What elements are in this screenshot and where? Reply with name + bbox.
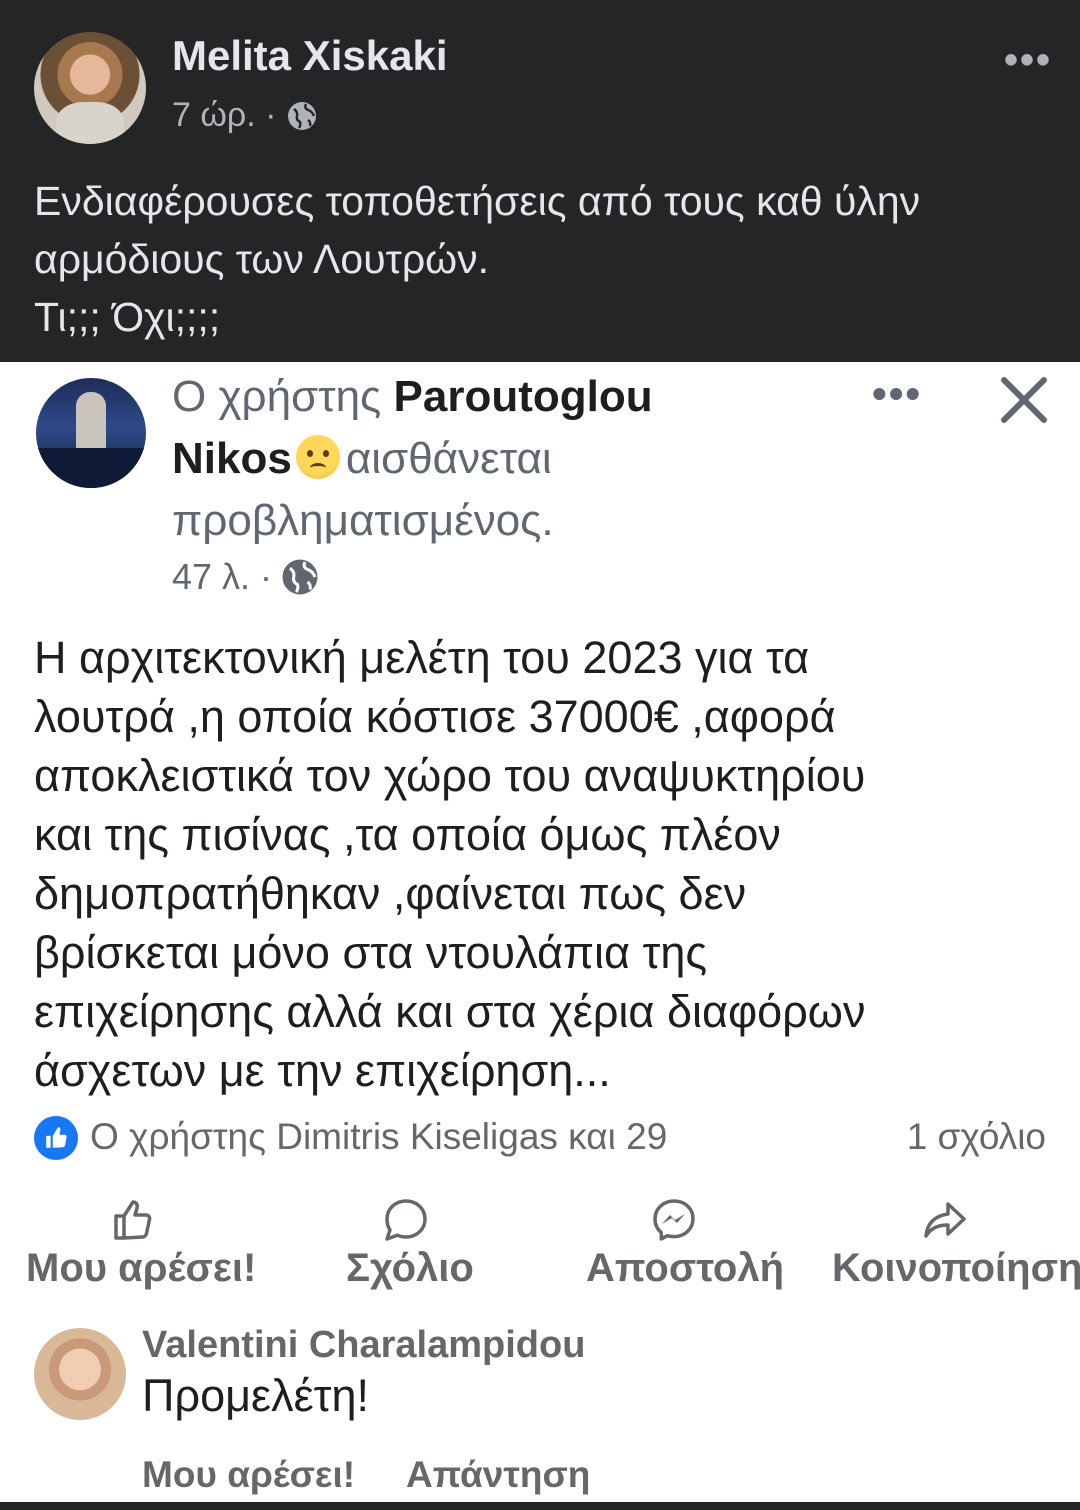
send-button[interactable]: Αποστολή bbox=[586, 1246, 784, 1291]
avatar[interactable] bbox=[34, 32, 146, 144]
header-prefix: Ο χρήστης bbox=[172, 372, 382, 421]
outer-post: Melita Xiskaki 7 ώρ. · ••• Ενδιαφέρουσες… bbox=[0, 0, 1080, 362]
post-time[interactable]: 47 λ. · bbox=[172, 556, 272, 598]
post-text: Ενδιαφέρουσες τοποθετήσεις από τους καθ … bbox=[34, 172, 1054, 346]
more-options-icon[interactable]: ••• bbox=[1004, 38, 1052, 83]
author-name-last[interactable]: Nikos bbox=[172, 434, 292, 483]
post-meta: 7 ώρ. · bbox=[172, 96, 318, 135]
like-reaction-icon bbox=[34, 1116, 78, 1160]
reactions-summary[interactable]: Ο χρήστης Dimitris Kiseligas και 29 bbox=[90, 1116, 667, 1158]
comment-button[interactable]: Σχόλιο bbox=[346, 1246, 474, 1291]
feeling-text: αισθάνεται bbox=[345, 434, 552, 483]
comment-like-button[interactable]: Μου αρέσει! bbox=[142, 1454, 355, 1496]
worried-face-icon bbox=[295, 435, 340, 479]
body-line: αποκλειστικά τον χώρο του αναψυκτηρίου bbox=[34, 750, 866, 801]
body-line: βρίσκεται μόνο στα ντουλάπια της bbox=[34, 927, 708, 978]
body-line: Η αρχιτεκτονική μελέτη του 2023 για τα bbox=[34, 632, 810, 683]
close-icon[interactable] bbox=[998, 374, 1050, 426]
shared-post-screenshot: Ο χρήστης Paroutoglou Nikos αισθάνεται πρ… bbox=[0, 362, 1080, 1502]
globe-icon bbox=[288, 101, 317, 130]
post-text-line: Ενδιαφέρουσες τοποθετήσεις από τους καθ … bbox=[34, 178, 921, 224]
comment-reply-button[interactable]: Απάντηση bbox=[406, 1454, 590, 1496]
post-meta: 47 λ. · bbox=[172, 556, 320, 598]
like-button[interactable]: Μου αρέσει! bbox=[26, 1246, 256, 1291]
globe-icon bbox=[282, 559, 318, 595]
shared-post-body: Η αρχιτεκτονική μελέτη του 2023 για τα λ… bbox=[34, 628, 1064, 1100]
body-line: λουτρά ,η οποία κόστισε 37000€ ,αφορά bbox=[34, 691, 836, 742]
avatar[interactable] bbox=[34, 1328, 126, 1420]
shared-post-header: Ο χρήστης Paroutoglou Nikos αισθάνεται πρ… bbox=[172, 366, 872, 552]
body-line: επιχείρησης αλλά και στα χέρια διαφόρων bbox=[34, 986, 866, 1037]
avatar[interactable] bbox=[36, 378, 146, 488]
body-line: και της πισίνας ,τα οποία όμως πλέον bbox=[34, 809, 781, 860]
share-icon bbox=[924, 1202, 966, 1238]
comment-icon bbox=[385, 1199, 427, 1241]
body-line: άσχετων με την επιχείρηση... bbox=[34, 1045, 611, 1096]
more-options-icon[interactable]: ••• bbox=[872, 370, 922, 418]
reactions-bar: Ο χρήστης Dimitris Kiseligas και 29 1 σχ… bbox=[34, 1112, 1046, 1162]
author-name[interactable]: Melita Xiskaki bbox=[172, 32, 447, 80]
share-button[interactable]: Κοινοποίηση bbox=[832, 1246, 1080, 1291]
post-text-line: Τι;;; Όχι;;;; bbox=[34, 294, 221, 340]
post-text-line: αρμόδιους των Λουτρών. bbox=[34, 236, 490, 282]
thumbs-up-icon bbox=[114, 1200, 152, 1240]
body-line: δημοπρατήθηκαν ,φαίνεται πως δεν bbox=[34, 868, 747, 919]
comment-text: Προμελέτη! bbox=[142, 1370, 369, 1421]
comments-count[interactable]: 1 σχόλιο bbox=[907, 1116, 1046, 1158]
post-time[interactable]: 7 ώρ. · bbox=[172, 96, 276, 135]
messenger-icon bbox=[653, 1199, 695, 1241]
feeling-text-2: προβληματισμένος. bbox=[172, 496, 554, 545]
commenter-name[interactable]: Valentini Charalampidou bbox=[142, 1324, 585, 1367]
author-name-first[interactable]: Paroutoglou bbox=[394, 372, 653, 421]
